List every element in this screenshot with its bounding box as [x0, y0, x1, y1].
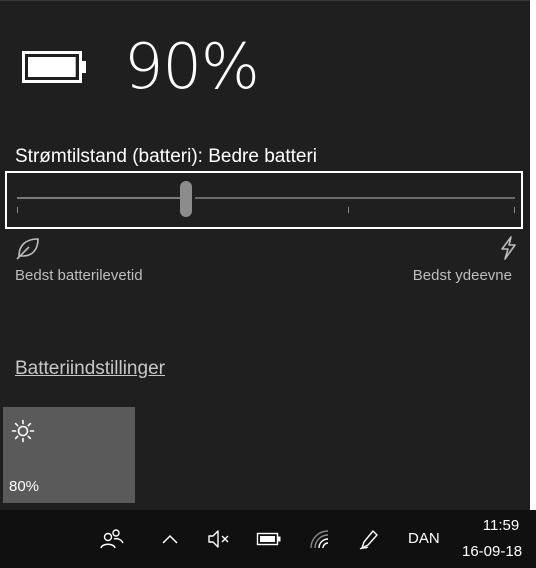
power-mode-slider[interactable]: [5, 171, 523, 229]
sun-icon: [11, 419, 35, 443]
battery-icon: [22, 51, 86, 83]
power-mode-label: Strømtilstand (batteri): Bedre batteri: [15, 146, 317, 167]
lightning-icon: [501, 236, 516, 260]
clock-time[interactable]: 11:59: [466, 514, 536, 538]
best-battery-life-label: Bedst batterilevetid: [15, 267, 143, 284]
battery-flyout: 90% Strømtilstand (batteri): Bedre batte…: [0, 0, 530, 511]
brightness-tile[interactable]: 80%: [3, 407, 135, 503]
pen-icon[interactable]: [358, 528, 380, 550]
slider-tick: [17, 207, 18, 213]
battery-icon[interactable]: [256, 528, 282, 550]
battery-percentage: 90%: [124, 30, 260, 103]
battery-settings-link[interactable]: Batteriindstillinger: [15, 357, 165, 381]
slider-track-filled: [17, 197, 185, 199]
people-icon[interactable]: [100, 528, 124, 550]
language-indicator[interactable]: DAN: [408, 528, 440, 550]
slider-thumb[interactable]: [180, 181, 192, 217]
brightness-value: 80%: [9, 478, 40, 495]
slider-tick: [514, 207, 515, 213]
slider-track-empty: [195, 197, 515, 199]
slider-tick: [348, 207, 349, 213]
wifi-icon[interactable]: [308, 528, 330, 550]
battery-charge-fill: [28, 57, 76, 77]
chevron-up-icon[interactable]: [160, 528, 180, 550]
speaker-muted-icon[interactable]: [206, 528, 232, 550]
leaf-icon: [16, 238, 39, 260]
taskbar: DAN 11:59 16-09-18: [0, 510, 536, 568]
best-performance-label: Bedst ydeevne: [412, 267, 512, 284]
clock-date[interactable]: 16-09-18: [462, 540, 536, 564]
